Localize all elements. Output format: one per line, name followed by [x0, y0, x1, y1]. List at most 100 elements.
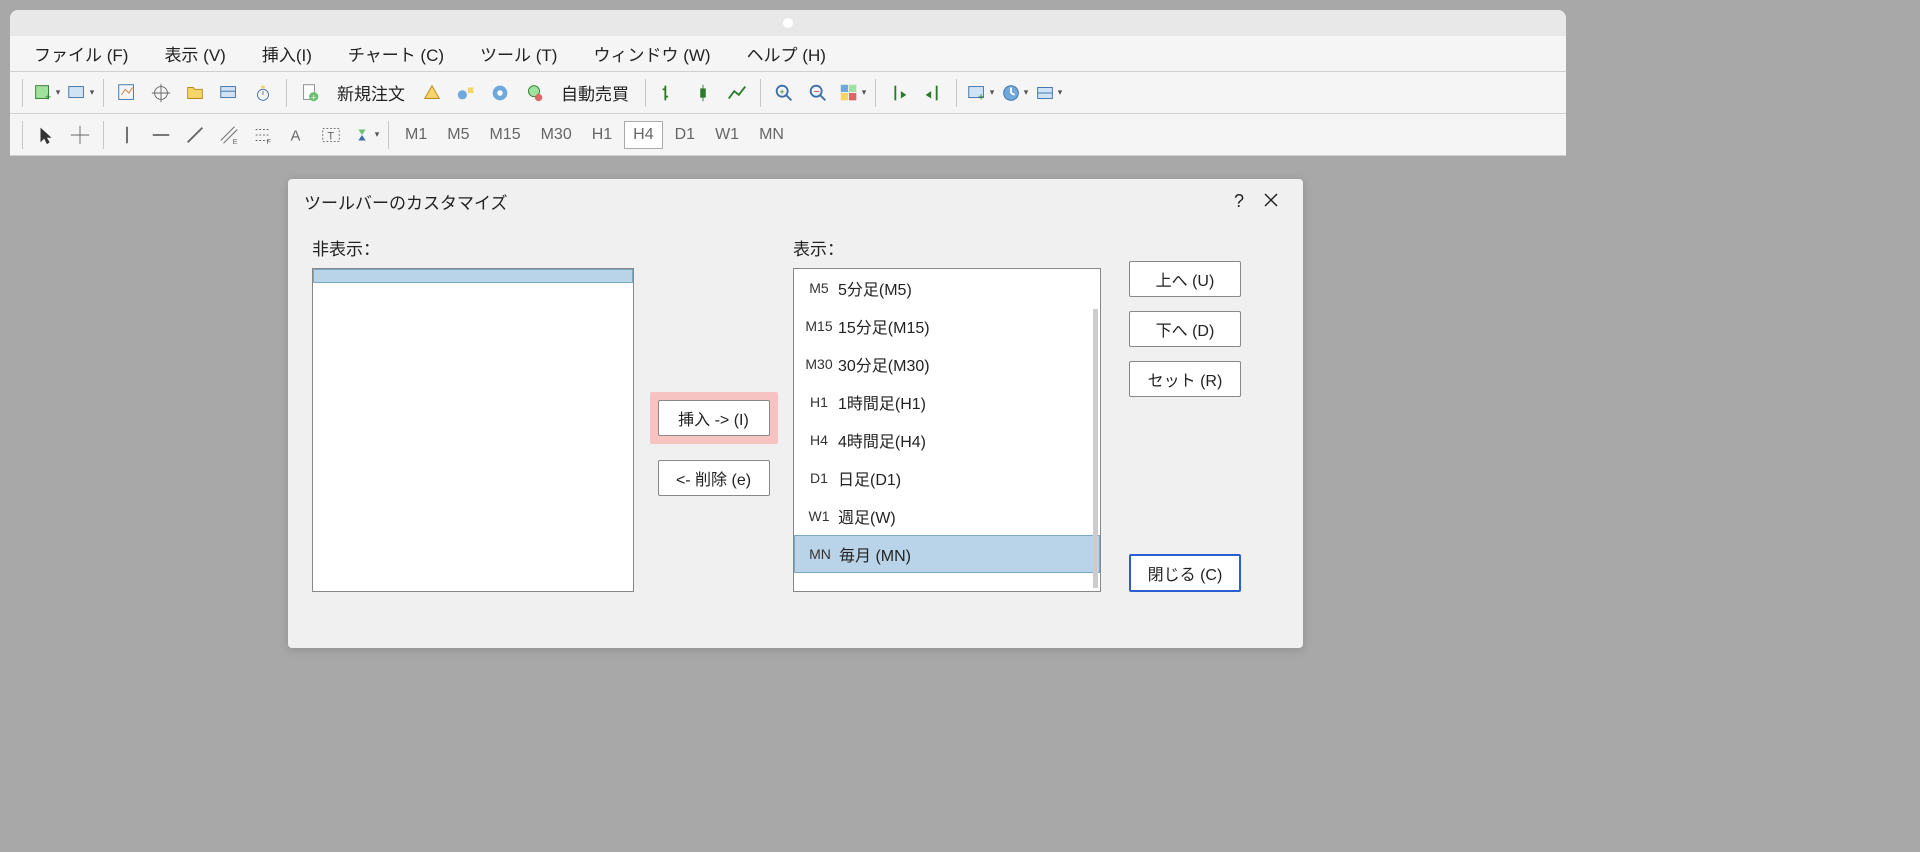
timeframe-code: H4: [800, 432, 838, 448]
shown-label: 表示：: [793, 235, 1101, 260]
timeframe-m30[interactable]: M30: [533, 122, 580, 148]
zoom-out-icon[interactable]: −: [803, 78, 833, 108]
timeframe-code: M5: [800, 280, 838, 296]
timeframe-label: 15分足(M15): [838, 314, 930, 338]
timeframe-label: 30分足(M30): [838, 352, 930, 376]
list-item[interactable]: D1日足(D1): [794, 459, 1100, 497]
menu-tools[interactable]: ツール (T): [462, 37, 575, 70]
new-order-button[interactable]: 新規注文: [329, 78, 413, 108]
line-chart-icon[interactable]: [722, 78, 752, 108]
list-item[interactable]: M55分足(M5): [794, 269, 1100, 307]
timeframe-h4[interactable]: H4: [624, 121, 662, 149]
timeframe-m5[interactable]: M5: [439, 122, 477, 148]
hidden-listbox[interactable]: [312, 268, 634, 592]
menu-help[interactable]: ヘルプ (H): [729, 37, 844, 70]
list-item[interactable]: H44時間足(H4): [794, 421, 1100, 459]
arrange-windows-icon[interactable]: [837, 78, 867, 108]
svg-text:+: +: [978, 91, 984, 103]
timeframe-code: M15: [800, 318, 838, 334]
chart-shift-icon[interactable]: [918, 78, 948, 108]
listbox-scrollbar[interactable]: [1093, 309, 1098, 588]
timeframe-code: D1: [800, 470, 838, 486]
equidistant-channel-icon[interactable]: E: [214, 120, 244, 150]
text-label-icon[interactable]: T: [316, 120, 346, 150]
menu-chart[interactable]: チャート (C): [330, 37, 462, 70]
reset-button[interactable]: セット (R): [1129, 361, 1241, 397]
list-item[interactable]: MN毎月 (MN): [794, 535, 1100, 573]
hidden-label: 非表示：: [312, 235, 634, 260]
metaquotes-icon[interactable]: [417, 78, 447, 108]
timeframe-d1[interactable]: D1: [667, 122, 703, 148]
timeframe-code: M30: [800, 356, 838, 372]
dialog-titlebar[interactable]: ツールバーのカスタマイズ ?: [288, 179, 1303, 223]
zoom-in-icon[interactable]: +: [769, 78, 799, 108]
insert-button[interactable]: 挿入 -> (I): [658, 400, 770, 436]
timeframe-m1[interactable]: M1: [397, 122, 435, 148]
insert-button-highlight: 挿入 -> (I): [650, 392, 778, 444]
market-icon[interactable]: [485, 78, 515, 108]
auto-trade-button[interactable]: 自動売買: [553, 78, 637, 108]
crosshair-icon[interactable]: [65, 120, 95, 150]
profiles-icon[interactable]: [65, 78, 95, 108]
terminal-icon[interactable]: [214, 78, 244, 108]
remove-button[interactable]: <- 削除 (e): [658, 460, 770, 496]
timeframe-label: 5分足(M5): [838, 276, 912, 300]
data-window-icon[interactable]: [146, 78, 176, 108]
svg-text:F: F: [267, 137, 272, 146]
bar-chart-icon[interactable]: [654, 78, 684, 108]
menu-file[interactable]: ファイル (F): [16, 37, 146, 70]
svg-text:E: E: [233, 137, 238, 146]
templates-icon[interactable]: [1033, 78, 1063, 108]
new-order-icon[interactable]: +: [295, 78, 325, 108]
list-item[interactable]: W1週足(W): [794, 497, 1100, 535]
strategy-tester-icon[interactable]: [248, 78, 278, 108]
list-item[interactable]: M3030分足(M30): [794, 345, 1100, 383]
titlebar-dot-icon: [783, 18, 793, 28]
arrows-icon[interactable]: [350, 120, 380, 150]
menu-insert[interactable]: 挿入(I): [244, 37, 330, 70]
navigator-icon[interactable]: [180, 78, 210, 108]
menu-view[interactable]: 表示 (V): [146, 37, 243, 70]
timeframe-label: 週足(W): [838, 504, 896, 528]
move-down-button[interactable]: 下へ (D): [1129, 311, 1241, 347]
trendline-icon[interactable]: [180, 120, 210, 150]
svg-text:+: +: [45, 91, 51, 103]
new-chart-icon[interactable]: +: [31, 78, 61, 108]
horizontal-line-icon[interactable]: [146, 120, 176, 150]
hidden-selection-bar: [313, 269, 633, 283]
autoscroll-icon[interactable]: [884, 78, 914, 108]
text-icon[interactable]: A: [282, 120, 312, 150]
svg-text:A: A: [291, 128, 301, 144]
timeframe-code: H1: [800, 394, 838, 410]
timeframe-label: 1時間足(H1): [838, 390, 926, 414]
indicators-icon[interactable]: +: [965, 78, 995, 108]
app-window: ファイル (F) 表示 (V) 挿入(I) チャート (C) ツール (T) ウ…: [10, 10, 1566, 707]
timeframe-mn[interactable]: MN: [751, 122, 792, 148]
vertical-line-icon[interactable]: [112, 120, 142, 150]
auto-trade-icon[interactable]: [519, 78, 549, 108]
window-titlebar[interactable]: [10, 10, 1566, 36]
periods-icon[interactable]: [999, 78, 1029, 108]
market-watch-icon[interactable]: [112, 78, 142, 108]
dialog-title: ツールバーのカスタマイズ: [304, 189, 1223, 214]
timeframe-h1[interactable]: H1: [584, 122, 620, 148]
timeframe-w1[interactable]: W1: [707, 122, 747, 148]
menu-window[interactable]: ウィンドウ (W): [575, 37, 728, 70]
move-up-button[interactable]: 上へ (U): [1129, 261, 1241, 297]
timeframe-label: 毎月 (MN): [839, 542, 911, 566]
customize-toolbar-dialog: ツールバーのカスタマイズ ? 非表示： 挿入 -> (I) <- 削除 (e): [288, 179, 1303, 648]
list-item[interactable]: H11時間足(H1): [794, 383, 1100, 421]
timeframe-m15[interactable]: M15: [481, 122, 528, 148]
close-button[interactable]: 閉じる (C): [1129, 554, 1241, 592]
timeframe-label: 日足(D1): [838, 466, 901, 490]
cursor-icon[interactable]: [31, 120, 61, 150]
shown-listbox[interactable]: M55分足(M5)M1515分足(M15)M3030分足(M30)H11時間足(…: [793, 268, 1101, 592]
menubar: ファイル (F) 表示 (V) 挿入(I) チャート (C) ツール (T) ウ…: [10, 36, 1566, 72]
help-icon[interactable]: ?: [1223, 191, 1255, 212]
signals-icon[interactable]: [451, 78, 481, 108]
close-icon[interactable]: [1255, 191, 1287, 212]
fibonacci-icon[interactable]: F: [248, 120, 278, 150]
list-item[interactable]: M1515分足(M15): [794, 307, 1100, 345]
candlestick-icon[interactable]: [688, 78, 718, 108]
svg-text:−: −: [813, 85, 819, 97]
